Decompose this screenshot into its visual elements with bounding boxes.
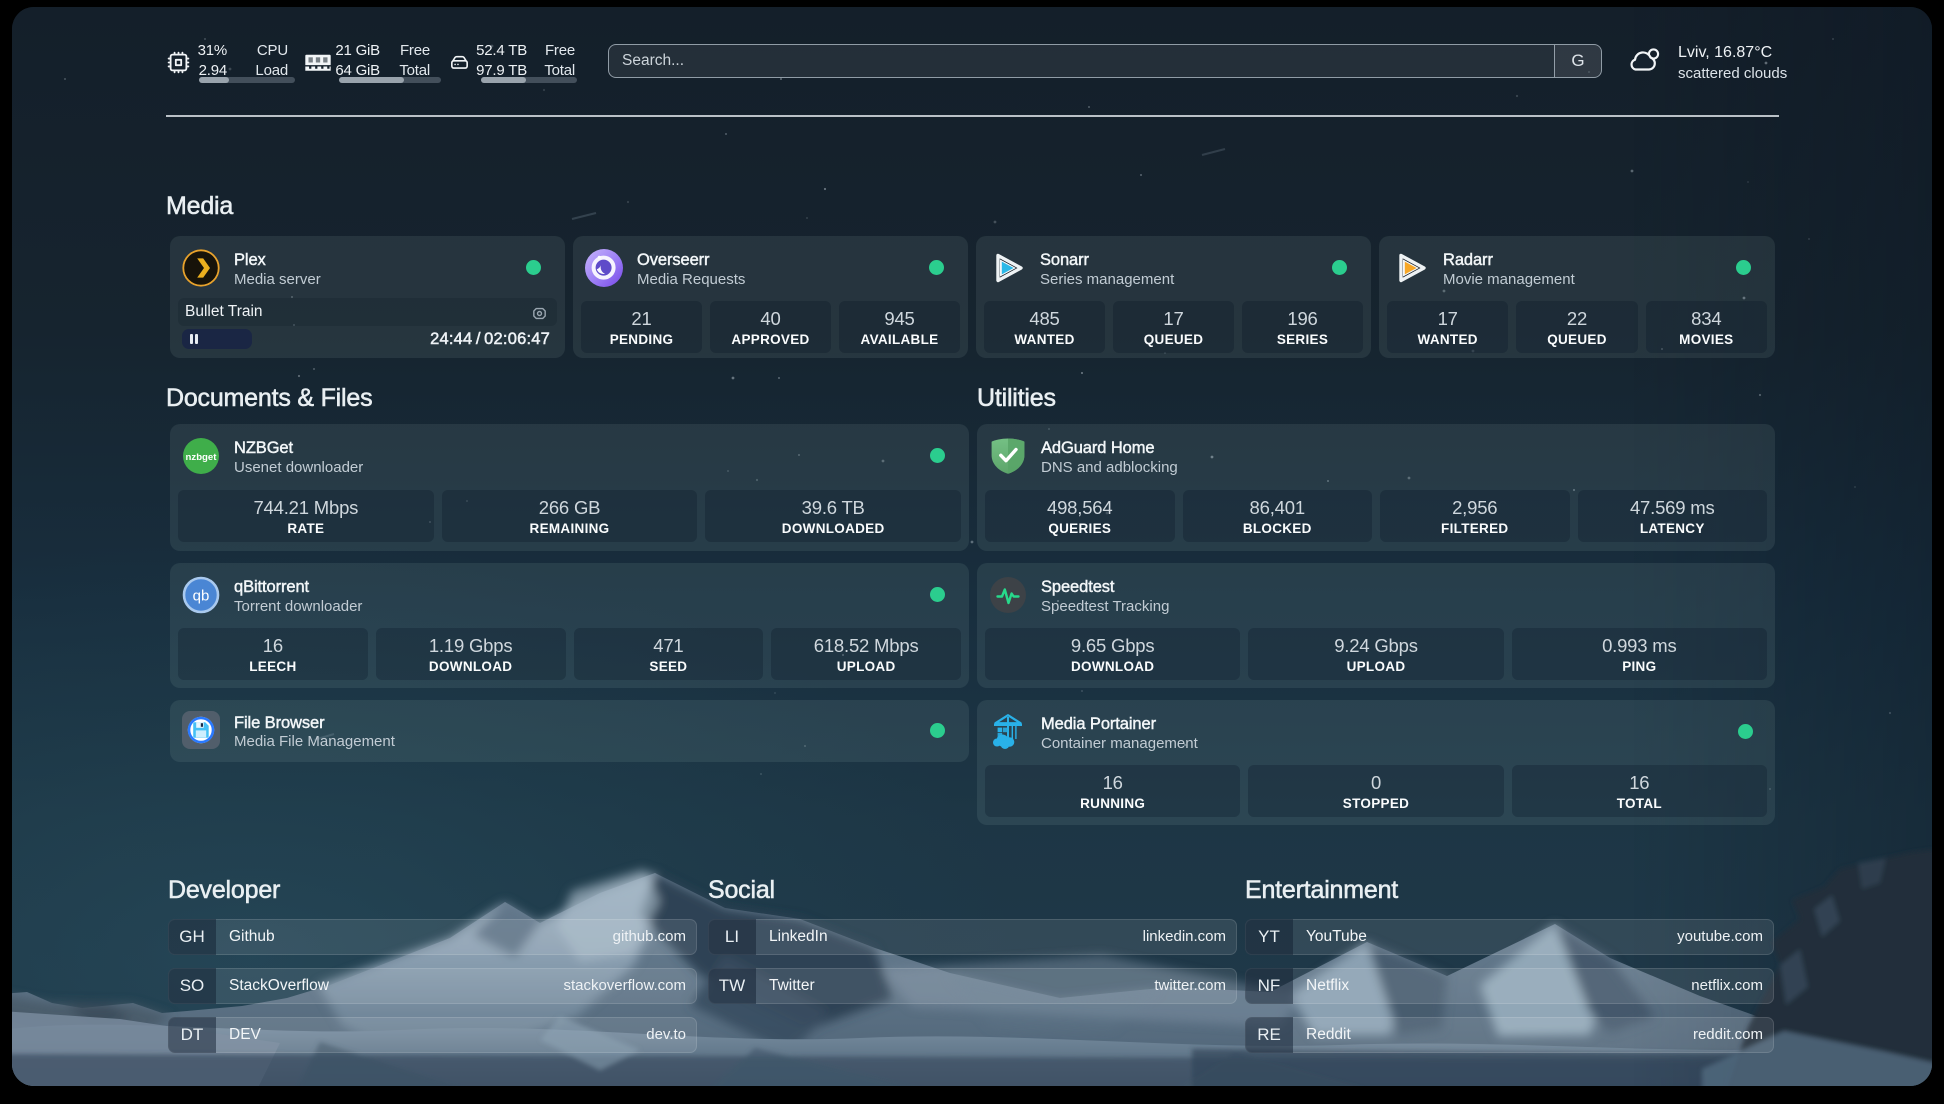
svg-text:nzbget: nzbget	[186, 452, 218, 463]
svg-text:qb: qb	[193, 588, 210, 605]
